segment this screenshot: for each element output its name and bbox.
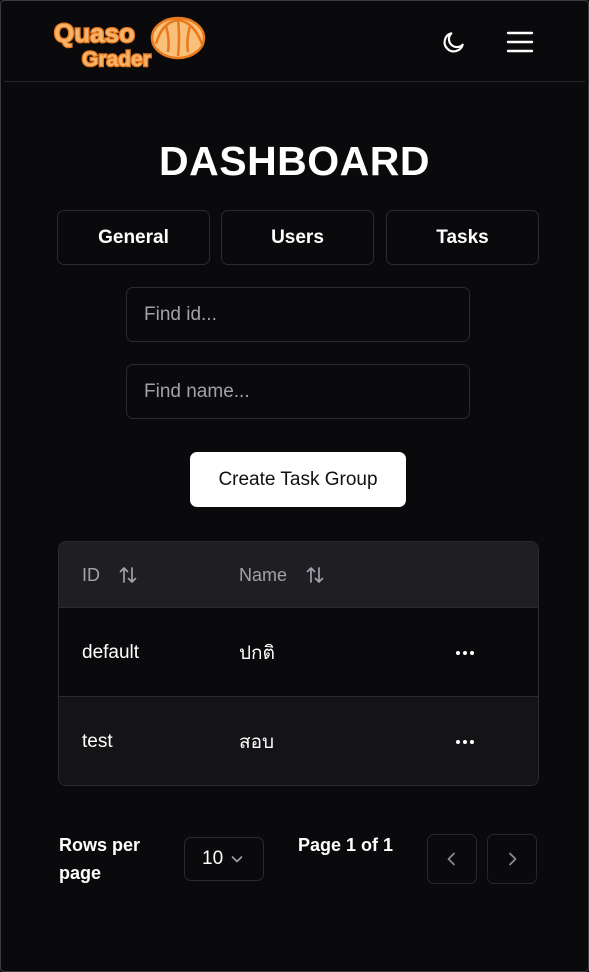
tab-general[interactable]: General (57, 210, 210, 265)
cell-name: สอบ (239, 731, 275, 753)
column-label-name: Name (239, 564, 288, 585)
quaso-grader-logo[interactable]: Quaso Grader (52, 14, 208, 72)
svg-text:Quaso: Quaso (54, 18, 135, 48)
column-header-name[interactable]: Name (239, 542, 325, 608)
sort-icon (118, 565, 138, 585)
menu-icon (506, 31, 534, 53)
row-actions-button[interactable] (453, 697, 477, 785)
more-horizontal-icon (456, 650, 474, 655)
more-horizontal-icon (456, 739, 474, 744)
find-id-input[interactable] (126, 287, 470, 342)
column-header-id[interactable]: ID (82, 542, 138, 608)
menu-button[interactable] (504, 26, 536, 58)
column-label-id: ID (82, 564, 100, 585)
rows-per-page-value: 10 (202, 848, 224, 869)
theme-toggle-button[interactable] (438, 26, 470, 58)
tab-users[interactable]: Users (221, 210, 374, 265)
cell-name: ปกติ (239, 642, 275, 664)
page-title: DASHBOARD (159, 138, 430, 184)
cell-id: default (82, 641, 140, 663)
rows-per-page-label: Rows per page (59, 835, 141, 883)
moon-icon (443, 32, 464, 53)
row-actions-button[interactable] (453, 608, 477, 697)
task-group-table: ID Name default ปกติ test สอบ (58, 541, 539, 786)
logo-graphic: Quaso Grader (53, 16, 206, 72)
top-header: Quaso Grader (4, 0, 585, 82)
create-task-group-button[interactable]: Create Task Group (190, 452, 406, 507)
table-row[interactable]: test สอบ (59, 697, 538, 785)
chevron-down-icon (230, 852, 244, 866)
table-header: ID Name (59, 542, 538, 608)
chevron-right-icon (509, 852, 517, 866)
next-page-button[interactable] (487, 834, 537, 884)
table-row[interactable]: default ปกติ (59, 608, 538, 697)
page-info: Page 1 of 1 (298, 835, 394, 855)
croissant-icon (150, 16, 206, 60)
previous-page-button[interactable] (427, 834, 477, 884)
sort-icon (305, 565, 325, 585)
cell-id: test (82, 730, 113, 752)
svg-text:Grader: Grader (82, 48, 151, 70)
tab-tasks[interactable]: Tasks (386, 210, 539, 265)
find-name-input[interactable] (126, 364, 470, 419)
chevron-left-icon (447, 852, 455, 866)
rows-per-page-select[interactable]: 10 (184, 837, 264, 881)
